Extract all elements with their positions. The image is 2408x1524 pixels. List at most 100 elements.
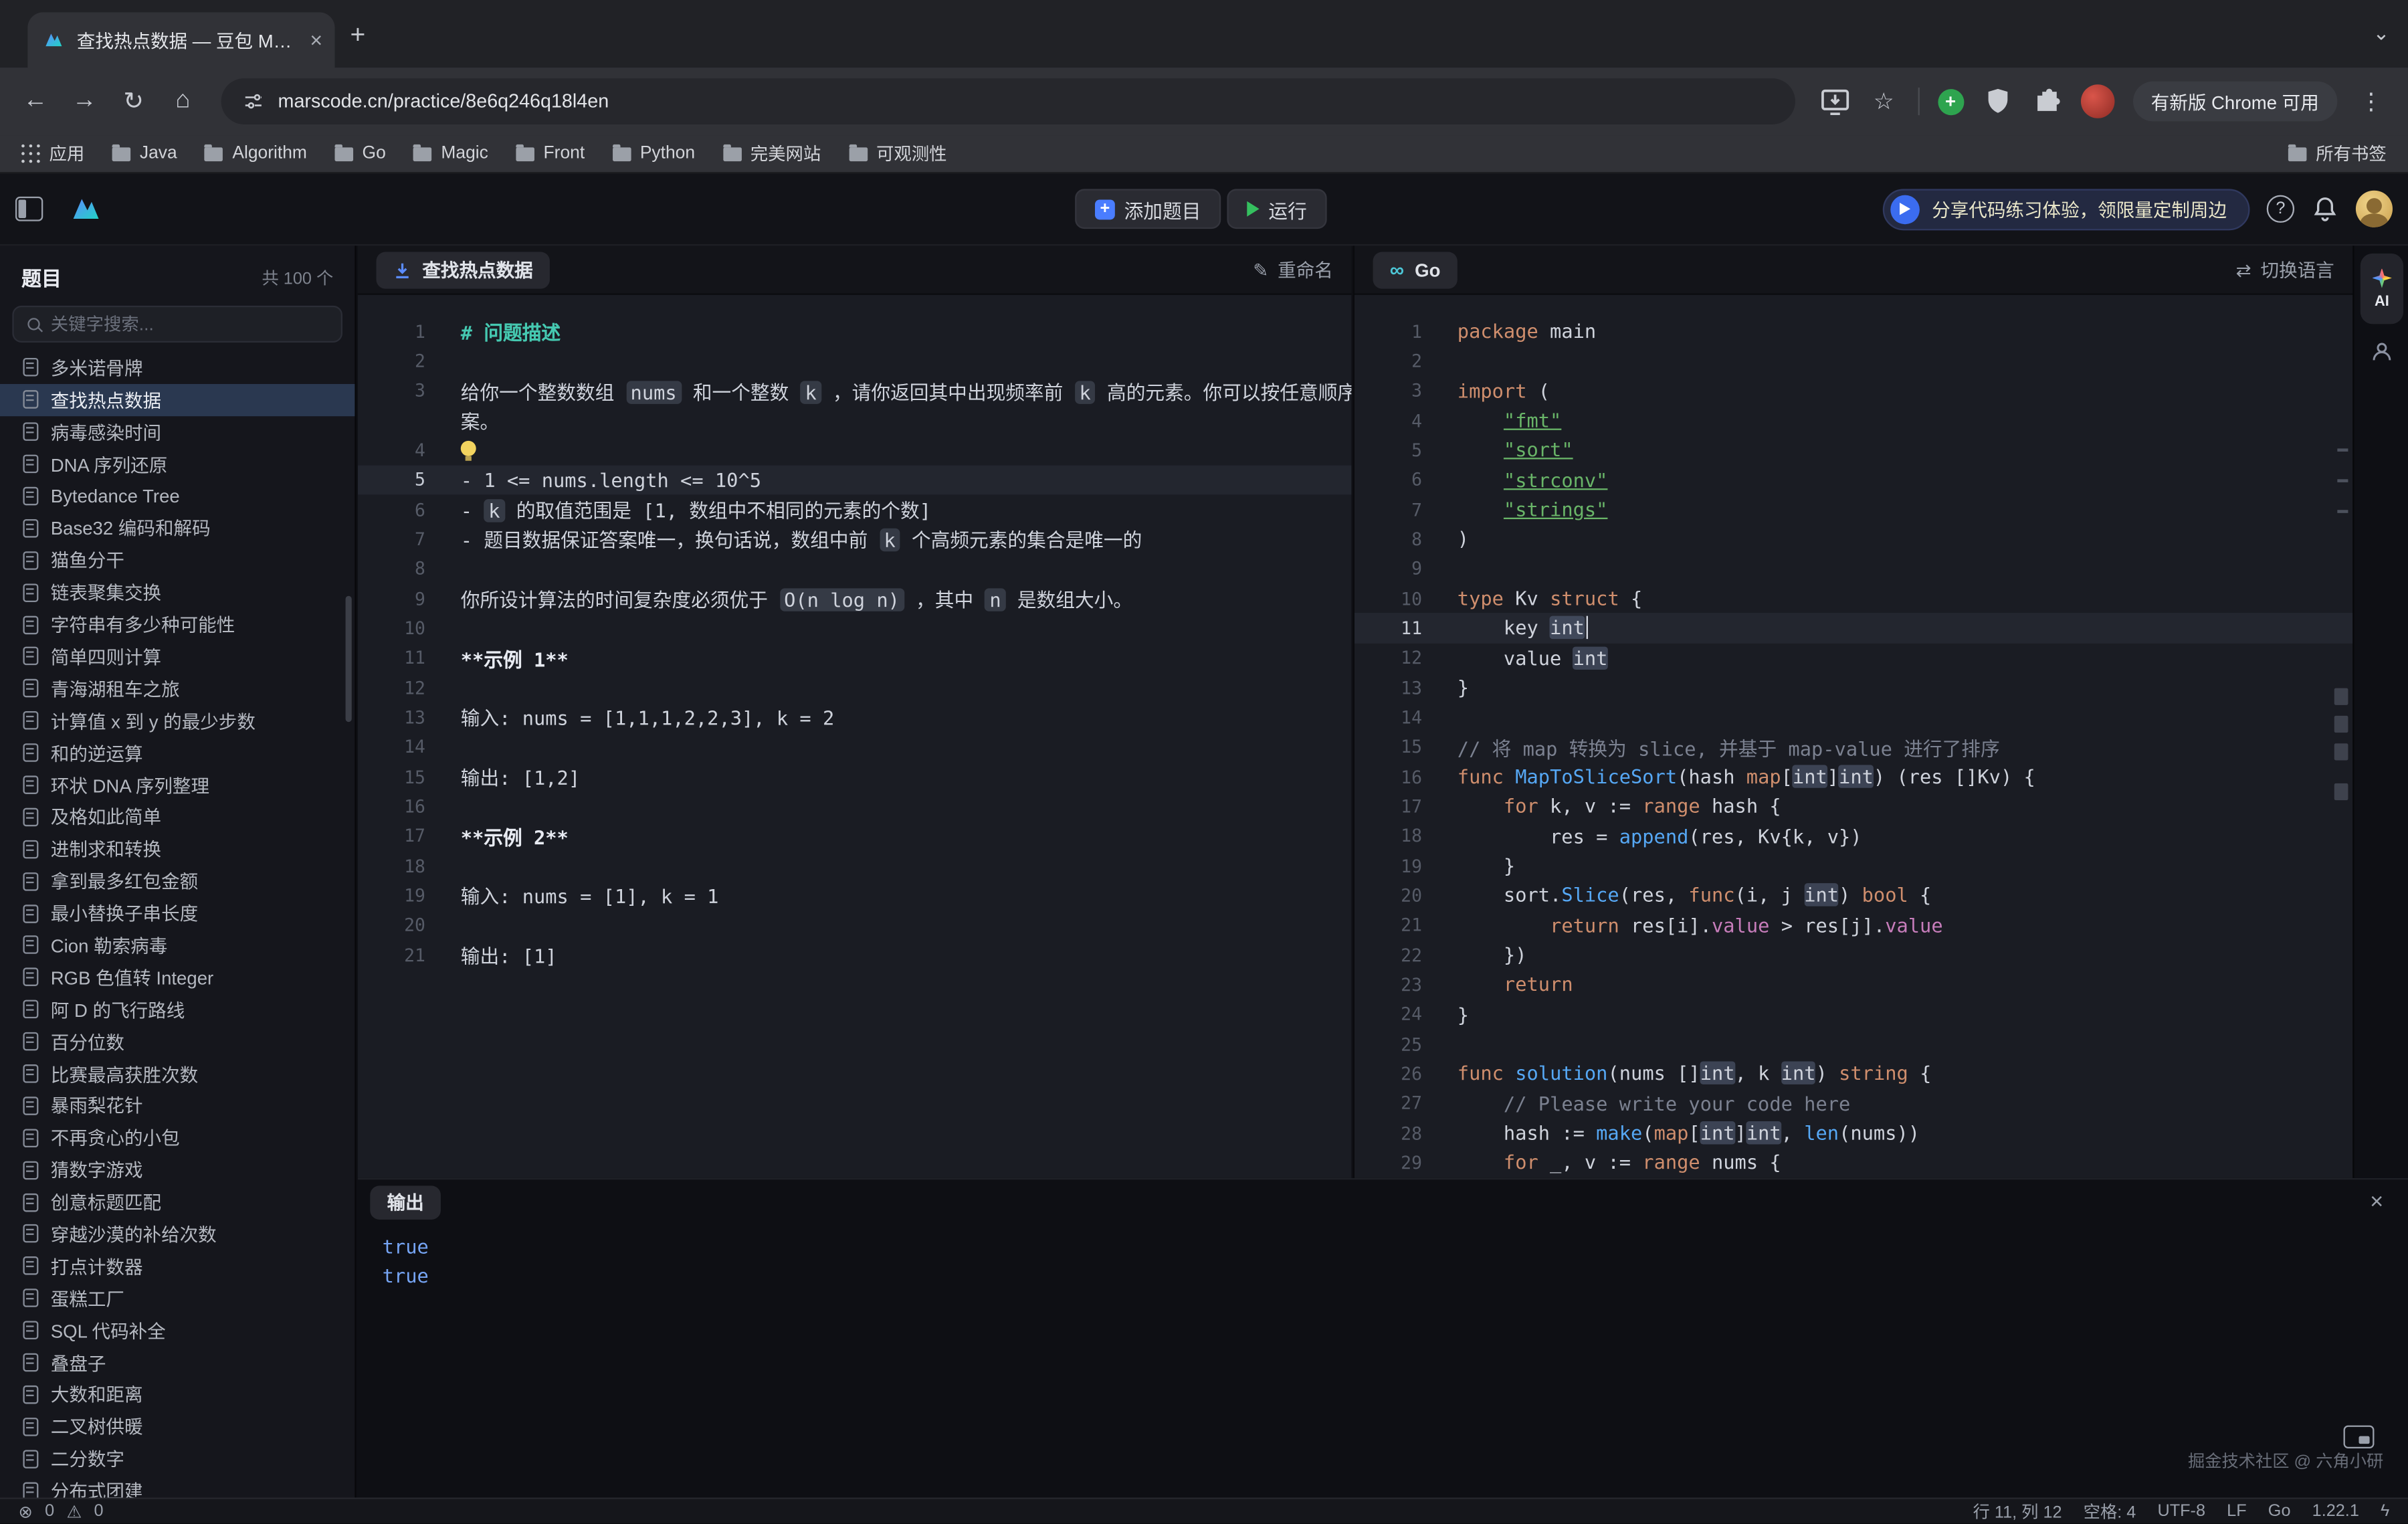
assistant-button[interactable]	[2365, 335, 2399, 369]
sidebar-item[interactable]: DNA 序列还原	[0, 448, 355, 480]
switch-language-button[interactable]: ⇄ 切换语言	[2236, 256, 2334, 282]
code-line[interactable]: 4	[358, 435, 1351, 464]
code-line[interactable]: 2	[358, 346, 1351, 375]
status-segment[interactable]: 行 11, 列 12	[1973, 1499, 2062, 1524]
output-close-icon[interactable]: ×	[2370, 1190, 2383, 1213]
code-line[interactable]: 9你所设计算法的时间复杂度必须优于 O(n log n) ，其中 n 是数组大小…	[358, 583, 1351, 613]
code-line[interactable]: 10	[358, 613, 1351, 643]
code-line[interactable]: 13}	[1354, 672, 2352, 702]
code-line[interactable]: 11 key int	[1354, 613, 2352, 643]
code-line[interactable]: 1package main	[1354, 316, 2352, 346]
sidebar-item[interactable]: 打点计数器	[0, 1250, 355, 1282]
sidebar-item[interactable]: 简单四则计算	[0, 640, 355, 672]
code-line[interactable]: 15输出: [1,2]	[358, 762, 1351, 791]
bookmark-item[interactable]: Java	[112, 145, 177, 163]
sidebar-item[interactable]: SQL 代码补全	[0, 1315, 355, 1347]
status-problems[interactable]: ⊗ 0 ⚠ 0	[19, 1501, 104, 1521]
code-line[interactable]: 21 return res[i].value > res[j].value	[1354, 910, 2352, 939]
code-line[interactable]: 26func solution(nums []int, k int) strin…	[1354, 1058, 2352, 1088]
bookmark-item[interactable]: Algorithm	[205, 145, 307, 163]
bookmark-item[interactable]: Front	[516, 145, 585, 163]
code-line[interactable]: 3给你一个整数数组 nums 和一个整数 k ，请你返回其中出现频率前 k 高的…	[358, 376, 1351, 405]
status-segment[interactable]: UTF-8	[2157, 1502, 2205, 1521]
code-line[interactable]: 6 "strconv"	[1354, 465, 2352, 494]
sidebar-item[interactable]: 青海湖租车之旅	[0, 672, 355, 704]
code-line[interactable]: 20 sort.Slice(res, func(i, j int) bool {	[1354, 880, 2352, 910]
kebab-menu-icon[interactable]: ⋮	[2356, 86, 2387, 117]
sidebar-item[interactable]: 二叉树供暖	[0, 1411, 355, 1443]
bookmark-star-icon[interactable]: ☆	[1868, 86, 1899, 117]
sidebar-toggle-icon[interactable]	[15, 197, 43, 221]
code-line[interactable]: 18 res = append(res, Kv{k, v})	[1354, 821, 2352, 850]
chrome-update-button[interactable]: 有新版 Chrome 可用	[2132, 82, 2337, 122]
status-segment[interactable]: 1.22.1	[2312, 1502, 2359, 1521]
code-line[interactable]: 21输出: [1]	[358, 940, 1351, 969]
code-line[interactable]: 1# 问题描述	[358, 316, 1351, 346]
sidebar-item[interactable]: 暴雨梨花针	[0, 1090, 355, 1122]
sidebar-item[interactable]: RGB 色值转 Integer	[0, 961, 355, 993]
help-icon[interactable]: ?	[2267, 195, 2294, 223]
sidebar-item[interactable]: 查找热点数据	[0, 384, 355, 416]
code-line[interactable]: 4 "fmt"	[1354, 405, 2352, 435]
sidebar-item[interactable]: 比赛最高获胜次数	[0, 1058, 355, 1090]
sidebar-item[interactable]: 拿到最多红包金额	[0, 865, 355, 897]
code-line[interactable]: 27 // Please write your code here	[1354, 1088, 2352, 1118]
address-bar[interactable]: marscode.cn/practice/8e6q246q18l4en	[221, 78, 1795, 124]
status-segment[interactable]: Go	[2268, 1502, 2291, 1521]
install-app-icon[interactable]	[1819, 86, 1850, 117]
code-line[interactable]: 11**示例 1**	[358, 643, 1351, 672]
browser-tab[interactable]: 查找热点数据 — 豆包 MarsCod ×	[27, 12, 334, 68]
code-line[interactable]: 15// 将 map 转换为 slice, 并基于 map-value 进行了排…	[1354, 732, 2352, 761]
problem-tab[interactable]: 查找热点数据	[376, 251, 549, 288]
sidebar-item[interactable]: Bytedance Tree	[0, 480, 355, 512]
shield-extension-icon[interactable]	[1982, 86, 2013, 117]
bookmark-item[interactable]: 应用	[21, 141, 84, 166]
code-line[interactable]: 22 })	[1354, 940, 2352, 969]
code-line[interactable]: 19输入: nums = [1], k = 1	[358, 880, 1351, 910]
code-line[interactable]: 7 "strings"	[1354, 494, 2352, 524]
code-line[interactable]: 12	[358, 672, 1351, 702]
bookmark-item[interactable]: Magic	[413, 145, 488, 163]
spark-icon[interactable]: ϟ	[2381, 1502, 2389, 1521]
bookmark-item[interactable]: Python	[612, 145, 695, 163]
sidebar-item[interactable]: 进制求和转换	[0, 833, 355, 865]
sidebar-item[interactable]: 不再贪心的小包	[0, 1122, 355, 1154]
code-line[interactable]: 17 for k, v := range hash {	[1354, 791, 2352, 821]
scrollbar-block[interactable]	[2334, 688, 2348, 705]
sidebar-item[interactable]: Base32 编码和解码	[0, 512, 355, 545]
bell-icon[interactable]	[2311, 195, 2338, 223]
share-banner[interactable]: 分享代码练习体验，领限量定制周边	[1883, 188, 2250, 229]
code-line[interactable]: 9	[1354, 554, 2352, 583]
sidebar-item[interactable]: 蛋糕工厂	[0, 1282, 355, 1315]
code-line[interactable]: 16func MapToSliceSort(hash map[int]int) …	[1354, 762, 2352, 791]
code-line[interactable]: 29 for _, v := range nums {	[1354, 1147, 2352, 1177]
browser-profile-avatar[interactable]	[2080, 84, 2114, 118]
code-line[interactable]: 13输入: nums = [1,1,1,2,2,3], k = 2	[358, 702, 1351, 732]
code-editor[interactable]: 1package main23import (4 "fmt"5 "sort"6 …	[1354, 295, 2352, 1178]
scrollbar-block[interactable]	[2334, 743, 2348, 760]
scrollbar-block[interactable]	[2334, 783, 2348, 800]
add-problem-button[interactable]: + 添加题目	[1075, 189, 1221, 229]
sidebar-item[interactable]: 猫鱼分干	[0, 545, 355, 577]
search-input[interactable]: 关键字搜索...	[12, 306, 342, 343]
code-line[interactable]: 12 value int	[1354, 643, 2352, 672]
code-line[interactable]: 19 }	[1354, 851, 2352, 880]
code-line[interactable]: 23 return	[1354, 969, 2352, 999]
bookmark-item[interactable]: Go	[334, 145, 386, 163]
code-line[interactable]: 18	[358, 851, 1351, 880]
sidebar-item[interactable]: 病毒感染时间	[0, 416, 355, 448]
code-line[interactable]: 7- 题目数据保证答案唯一，换句话说，数组中前 k 个高频元素的集合是唯一的	[358, 525, 1351, 554]
code-line[interactable]: 17**示例 2**	[358, 821, 1351, 850]
sidebar-item[interactable]: 最小替换子串长度	[0, 897, 355, 929]
rename-button[interactable]: ✎ 重命名	[1253, 256, 1333, 282]
code-line[interactable]: 16	[358, 791, 1351, 821]
output-tab[interactable]: 输出	[370, 1185, 441, 1219]
extension-green-icon[interactable]: +	[1938, 88, 1964, 114]
sidebar-item[interactable]: 创意标题匹配	[0, 1186, 355, 1218]
sidebar-item[interactable]: 大数和距离	[0, 1379, 355, 1411]
code-line[interactable]: 6- k 的取值范围是 [1, 数组中不相同的元素的个数]	[358, 494, 1351, 524]
code-line[interactable]: 10type Kv struct {	[1354, 583, 2352, 613]
tab-close-icon[interactable]: ×	[310, 29, 322, 51]
marscode-logo[interactable]	[68, 192, 104, 226]
sidebar-item[interactable]: 链表聚集交换	[0, 577, 355, 609]
